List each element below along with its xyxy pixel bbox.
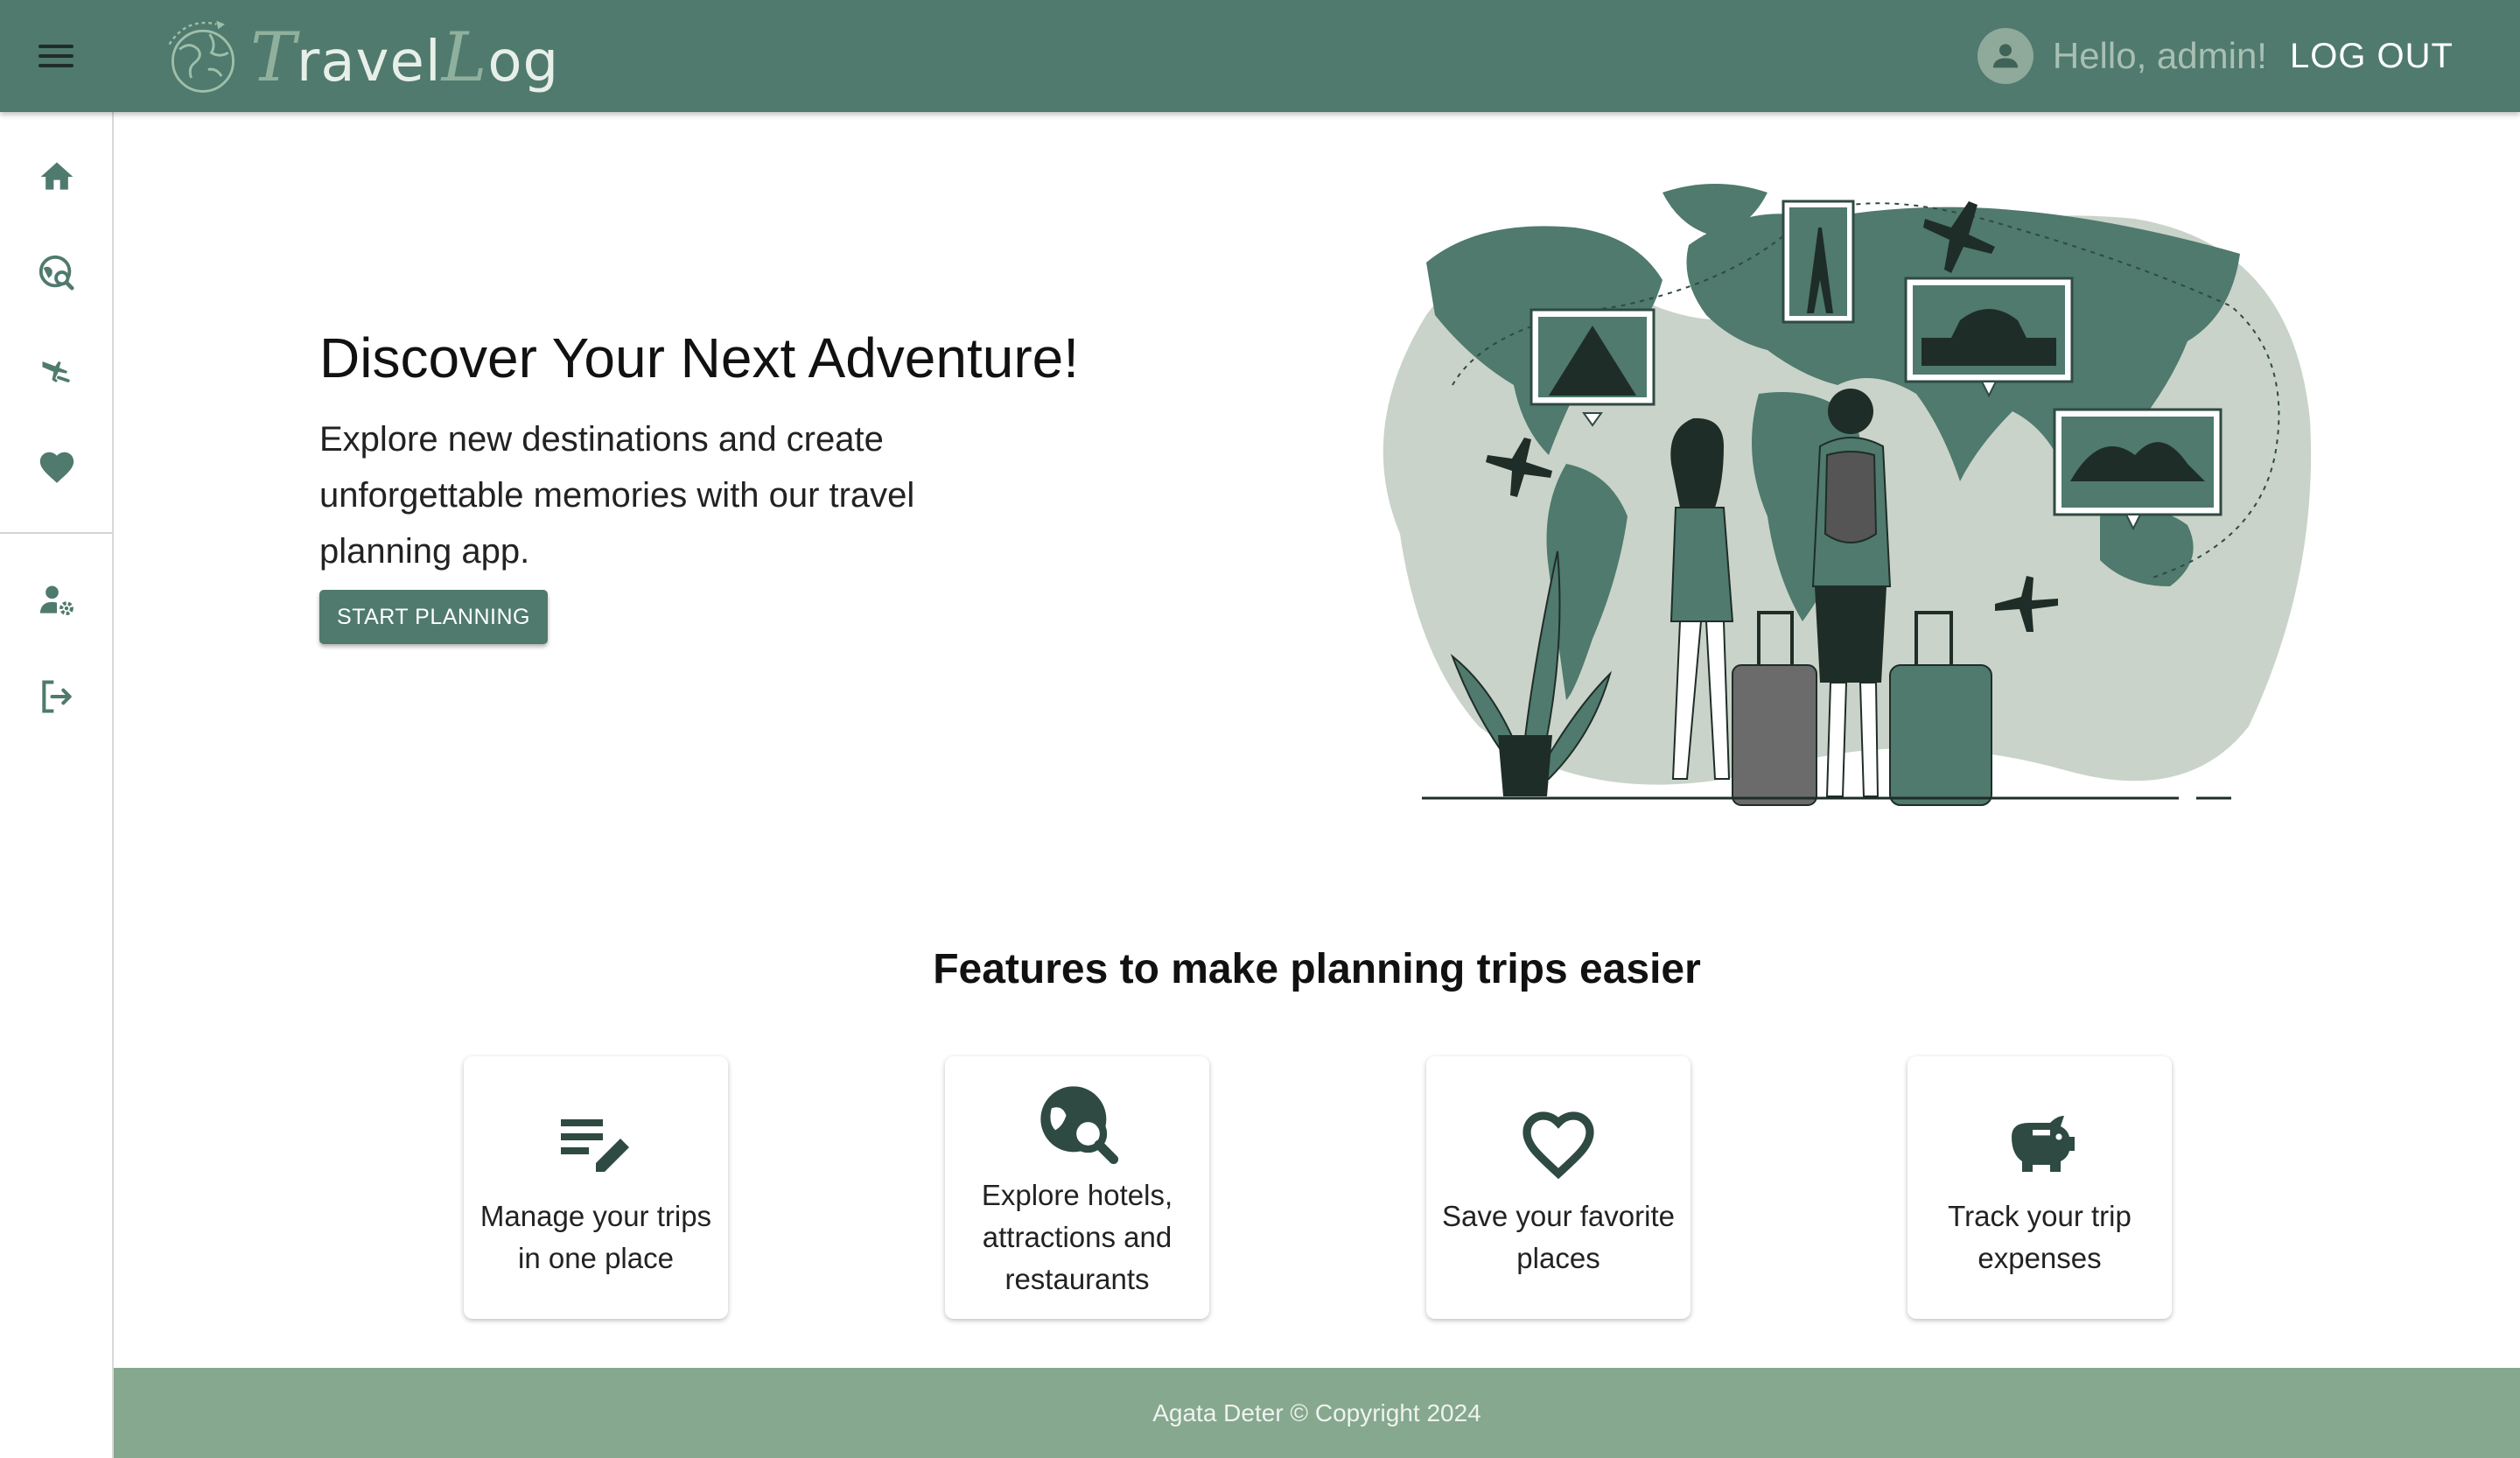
manage-accounts-icon: [39, 585, 74, 616]
app-logo[interactable]: T ravel L og: [161, 14, 559, 102]
hamburger-line: [38, 45, 74, 48]
footer: Agata Deter © Copyright 2024: [114, 1368, 2520, 1458]
logo-text-og: og: [487, 30, 560, 95]
start-planning-button[interactable]: START PLANNING: [319, 590, 548, 644]
feature-card-expenses: Track your trip expenses: [1908, 1056, 2172, 1319]
travel-explore-icon: [1029, 1075, 1125, 1171]
feature-label: Save your favorite places: [1442, 1200, 1675, 1274]
globe-logo-icon: [168, 20, 234, 93]
logout-icon: [42, 680, 72, 713]
feature-label: Explore hotels, attractions and restaura…: [981, 1179, 1173, 1295]
avatar[interactable]: [1977, 28, 2034, 84]
sidebar: [0, 112, 114, 1458]
user-area: Hello, admin! LOG OUT: [1977, 26, 2454, 86]
hero-title: Discover Your Next Adventure!: [319, 326, 1080, 389]
eiffel-landmark: [1782, 200, 1855, 324]
heart-outline-icon: [1510, 1096, 1606, 1192]
sidebar-divider: [0, 532, 112, 534]
feature-label: Track your trip expenses: [1948, 1200, 2132, 1274]
feature-card-explore: Explore hotels, attractions and restaura…: [945, 1056, 1209, 1319]
hamburger-line: [38, 64, 74, 67]
feature-label: Manage your trips in one place: [480, 1200, 712, 1274]
sidebar-item-explore[interactable]: [32, 249, 81, 298]
sidebar-item-flights[interactable]: [32, 347, 81, 396]
logo-letter-t: T: [250, 18, 298, 97]
flights-icon: [42, 361, 70, 382]
user-greeting: Hello, admin!: [2052, 35, 2267, 76]
menu-toggle-button[interactable]: [32, 35, 80, 77]
logo-letter-l: L: [441, 18, 488, 97]
temple-landmark: [1904, 277, 2074, 398]
person-icon: [1992, 44, 2019, 68]
sidebar-item-home[interactable]: [32, 152, 81, 201]
app-header: T ravel L og Hello, admin! LOG OUT: [0, 0, 2520, 112]
opera-house-landmark: [2053, 408, 2222, 531]
features-title: Features to make planning trips easier: [933, 946, 1701, 992]
hero-description: Explore new destinations and create unfo…: [319, 420, 915, 571]
sidebar-item-account-settings[interactable]: [32, 576, 81, 625]
favorite-icon: [39, 452, 74, 483]
logo-text-ravel: ravel: [297, 30, 442, 95]
travel-illustration: [1382, 184, 2312, 806]
footer-copyright: Agata Deter © Copyright 2024: [1152, 1398, 1481, 1426]
sidebar-item-logout[interactable]: [32, 672, 81, 721]
app-logo-text: T ravel L og: [250, 18, 559, 97]
home-icon: [40, 162, 74, 190]
edit-note-icon: [548, 1096, 644, 1192]
piggy-bank-icon: [1992, 1096, 2088, 1192]
sidebar-item-favorites[interactable]: [32, 443, 81, 492]
travel-explore-icon: [38, 255, 74, 291]
feature-card-favorites: Save your favorite places: [1426, 1056, 1690, 1319]
feature-card-manage-trips: Manage your trips in one place: [464, 1056, 728, 1319]
hamburger-line: [38, 54, 74, 58]
logout-button[interactable]: LOG OUT: [2290, 37, 2454, 76]
